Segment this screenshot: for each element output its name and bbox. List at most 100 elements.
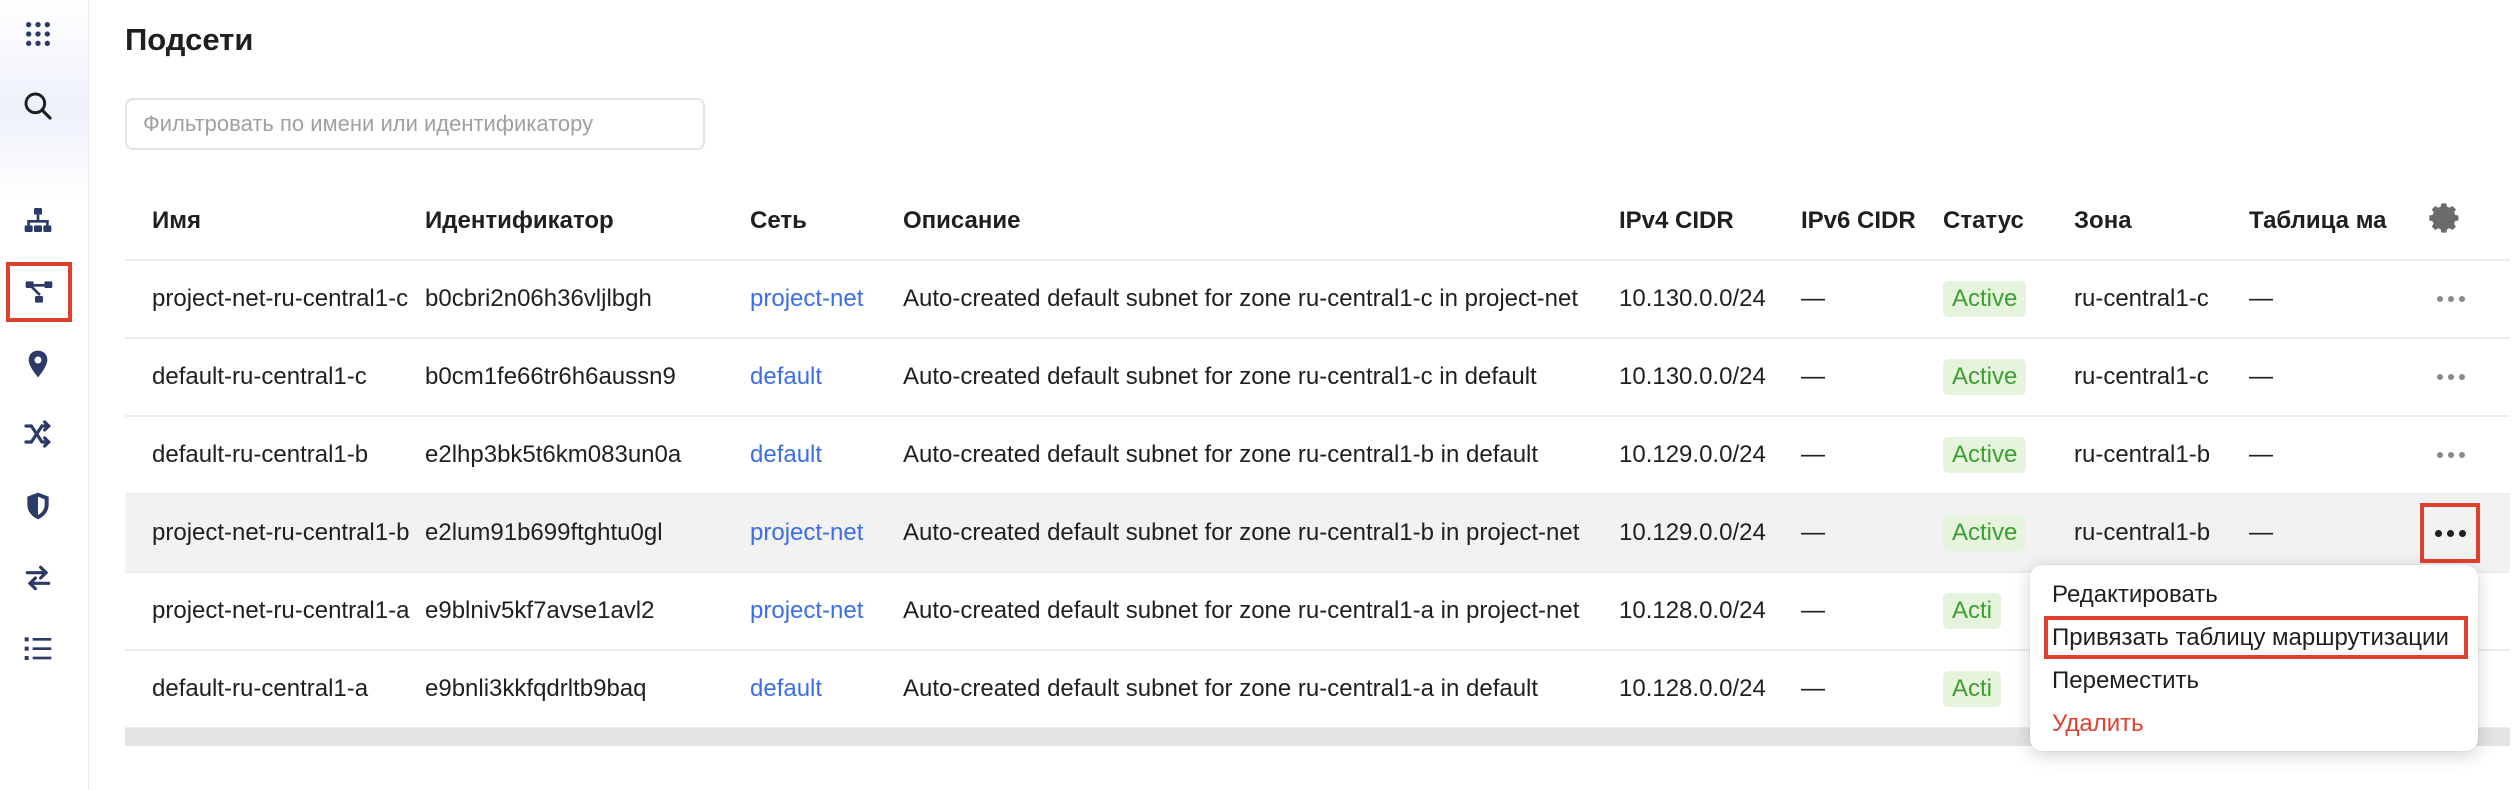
cell-id: e9blniv5kf7avse1avl2 (425, 572, 750, 651)
cell-id: b0cm1fe66tr6h6aussn9 (425, 338, 750, 417)
cell-route-table: — (2249, 260, 2407, 339)
network-link[interactable]: default (750, 441, 822, 468)
table-header: Имя Идентификатор Сеть Описание IPv4 CID… (125, 183, 2510, 261)
cell-zone: ru-central1-c (2074, 260, 2249, 339)
cell-network: project-net (750, 494, 903, 573)
menu-item-delete[interactable]: Удалить (2030, 702, 2478, 745)
table-row[interactable]: project-net-ru-central1-c b0cbri2n06h36v… (125, 260, 2510, 339)
column-header-route-table[interactable]: Таблица ма (2249, 183, 2407, 261)
cell-name: default-ru-central1-a (125, 650, 425, 729)
cell-description: Auto-created default subnet for zone ru-… (903, 494, 1619, 573)
settings-cell (2407, 183, 2510, 261)
table-row[interactable]: default-ru-central1-b e2lhp3bk5t6km083un… (125, 416, 2510, 495)
cell-route-table: — (2249, 416, 2407, 495)
cell-name: project-net-ru-central1-c (125, 260, 425, 339)
cell-ipv6: — (1801, 572, 1943, 651)
location-pin-icon[interactable] (14, 340, 62, 388)
status-badge: Active (1943, 281, 2027, 317)
column-header-ipv4[interactable]: IPv4 CIDR (1619, 183, 1801, 261)
column-header-description[interactable]: Описание (903, 183, 1619, 261)
shuffle-icon[interactable] (14, 410, 62, 458)
filter-input[interactable] (125, 98, 705, 150)
cell-network: project-net (750, 260, 903, 339)
column-header-network[interactable]: Сеть (750, 183, 903, 261)
cell-description: Auto-created default subnet for zone ru-… (903, 260, 1619, 339)
cell-ipv6: — (1801, 650, 1943, 729)
cell-status: Active (1943, 416, 2074, 495)
cell-ipv4: 10.128.0.0/24 (1619, 572, 1801, 651)
more-actions-button[interactable] (2423, 429, 2479, 481)
search-icon[interactable] (14, 82, 62, 130)
cell-description: Auto-created default subnet for zone ru-… (903, 572, 1619, 651)
status-badge: Acti (1943, 593, 2002, 629)
cell-ipv4: 10.130.0.0/24 (1619, 338, 1801, 417)
network-icon[interactable] (14, 196, 62, 244)
cell-name: default-ru-central1-b (125, 416, 425, 495)
cell-network: project-net (750, 572, 903, 651)
cell-name: project-net-ru-central1-a (125, 572, 425, 651)
cell-ipv4: 10.129.0.0/24 (1619, 416, 1801, 495)
shield-icon[interactable] (14, 482, 62, 530)
cell-description: Auto-created default subnet for zone ru-… (903, 338, 1619, 417)
cell-id: e2lum91b699ftghtu0gl (425, 494, 750, 573)
cell-status: Active (1943, 494, 2074, 573)
transfer-icon[interactable] (14, 554, 62, 602)
cell-ipv4: 10.128.0.0/24 (1619, 650, 1801, 729)
cell-actions (2407, 494, 2510, 573)
cell-network: default (750, 338, 903, 417)
column-header-name[interactable]: Имя (125, 183, 425, 261)
subnets-icon[interactable] (6, 262, 72, 322)
status-badge: Active (1943, 359, 2027, 395)
cell-network: default (750, 416, 903, 495)
cell-description: Auto-created default subnet for zone ru-… (903, 650, 1619, 729)
cell-status: Active (1943, 260, 2074, 339)
cell-id: b0cbri2n06h36vljlbgh (425, 260, 750, 339)
status-badge: Acti (1943, 671, 2002, 707)
cell-zone: ru-central1-b (2074, 494, 2249, 573)
cell-ipv4: 10.129.0.0/24 (1619, 494, 1801, 573)
cell-route-table: — (2249, 338, 2407, 417)
table-row[interactable]: project-net-ru-central1-b e2lum91b699ftg… (125, 494, 2510, 573)
more-actions-button[interactable] (2420, 503, 2480, 563)
cell-name: default-ru-central1-c (125, 338, 425, 417)
page-title: Подсети (125, 22, 254, 57)
apps-grid-icon[interactable] (14, 10, 62, 58)
more-actions-button[interactable] (2423, 351, 2479, 403)
cell-ipv6: — (1801, 416, 1943, 495)
cell-id: e2lhp3bk5t6km083un0a (425, 416, 750, 495)
context-menu: Редактировать Привязать таблицу маршрути… (2030, 565, 2478, 751)
sidebar (0, 0, 89, 790)
cell-route-table: — (2249, 494, 2407, 573)
menu-item-attach-route-table[interactable]: Привязать таблицу маршрутизации (2044, 616, 2468, 659)
menu-item-edit[interactable]: Редактировать (2030, 573, 2478, 616)
cell-ipv6: — (1801, 338, 1943, 417)
cell-id: e9bnli3kkfqdrltb9baq (425, 650, 750, 729)
menu-item-move[interactable]: Переместить (2030, 659, 2478, 702)
cell-ipv6: — (1801, 494, 1943, 573)
more-actions-button[interactable] (2423, 273, 2479, 325)
cell-status: Active (1943, 338, 2074, 417)
cell-actions (2407, 260, 2510, 339)
cell-ipv6: — (1801, 260, 1943, 339)
network-link[interactable]: project-net (750, 519, 863, 546)
cell-actions (2407, 338, 2510, 417)
table-row[interactable]: default-ru-central1-c b0cm1fe66tr6h6auss… (125, 338, 2510, 417)
column-header-zone[interactable]: Зона (2074, 183, 2249, 261)
column-header-status[interactable]: Статус (1943, 183, 2074, 261)
network-link[interactable]: project-net (750, 285, 863, 312)
network-link[interactable]: default (750, 675, 822, 702)
cell-zone: ru-central1-c (2074, 338, 2249, 417)
cell-name: project-net-ru-central1-b (125, 494, 425, 573)
column-header-ipv6[interactable]: IPv6 CIDR (1801, 183, 1943, 261)
column-header-id[interactable]: Идентификатор (425, 183, 750, 261)
cell-description: Auto-created default subnet for zone ru-… (903, 416, 1619, 495)
status-badge: Active (1943, 437, 2027, 473)
gear-icon[interactable] (2427, 201, 2461, 242)
cell-ipv4: 10.130.0.0/24 (1619, 260, 1801, 339)
network-link[interactable]: default (750, 363, 822, 390)
cell-actions (2407, 416, 2510, 495)
network-link[interactable]: project-net (750, 597, 863, 624)
checklist-icon[interactable] (14, 624, 62, 672)
cell-network: default (750, 650, 903, 729)
cell-zone: ru-central1-b (2074, 416, 2249, 495)
